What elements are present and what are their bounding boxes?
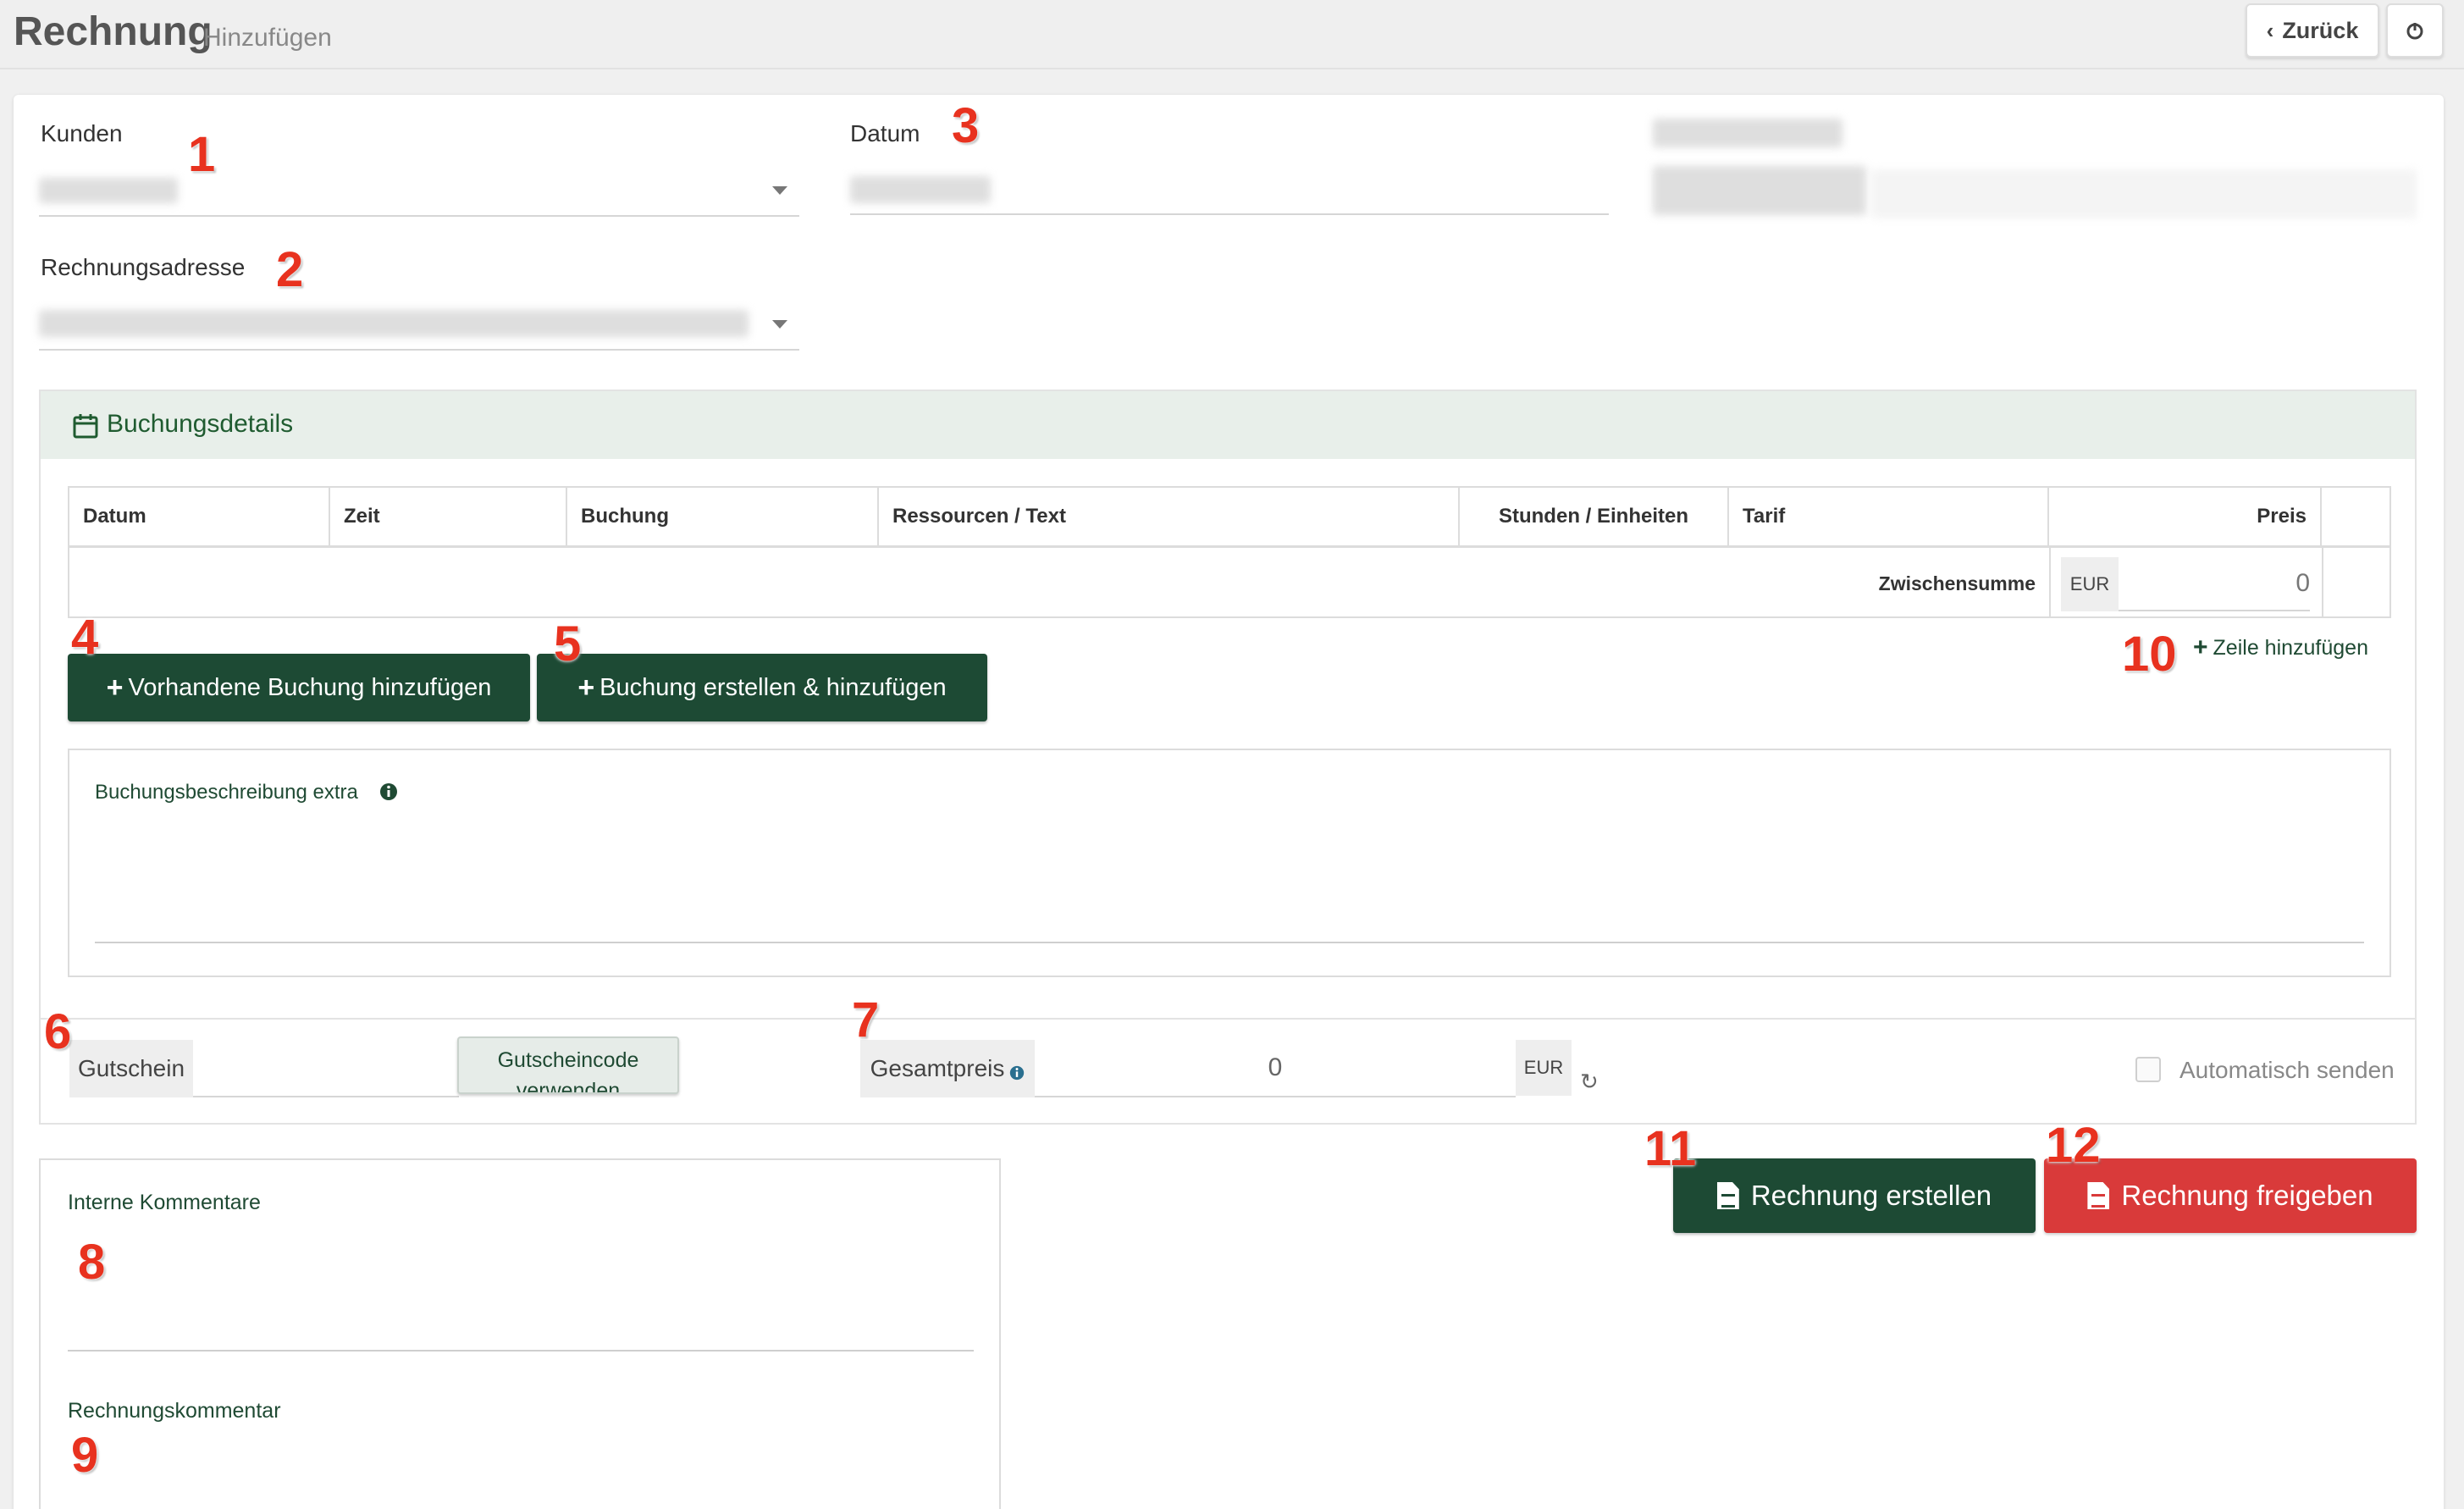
annotation-2: 2	[276, 242, 304, 297]
date-input[interactable]	[850, 213, 1609, 215]
total-currency: EUR	[1516, 1040, 1572, 1096]
billing-address-dropdown-icon[interactable]	[772, 320, 787, 329]
annotation-11: 11	[1644, 1121, 1697, 1176]
create-add-booking-button[interactable]: + Buchung erstellen & hinzufügen	[537, 654, 987, 721]
column-header-resources: Ressourcen / Text	[879, 488, 1460, 545]
annotation-6: 6	[44, 1004, 72, 1059]
create-invoice-label: Rechnung erstellen	[1750, 1180, 1992, 1211]
subtotal-cell-divider	[2049, 547, 2051, 618]
power-icon	[2406, 23, 2423, 40]
add-line-link[interactable]: + Zeile hinzufügen	[2193, 633, 2368, 662]
date-value-redacted	[850, 176, 991, 203]
subtotal-label: Zwischensumme	[1878, 572, 2036, 594]
column-header-hours: Stunden / Einheiten	[1460, 488, 1729, 545]
page-subtitle: Hinzufügen	[203, 24, 332, 52]
billing-address-value-redacted	[39, 310, 749, 337]
subtotal-currency: EUR	[2061, 557, 2119, 611]
customer-label: Kunden	[41, 120, 123, 146]
comments-box: Interne Kommentare Rechnungskommentar	[39, 1158, 1001, 1509]
annotation-7: 7	[852, 992, 880, 1047]
annotation-1: 1	[188, 127, 216, 182]
total-price-value: 0	[1035, 1040, 1516, 1097]
total-price-label: Gesamtpreis	[870, 1055, 1005, 1081]
create-invoice-button[interactable]: Rechnung erstellen	[1673, 1158, 2036, 1233]
annotation-12: 12	[2046, 1118, 2101, 1173]
booking-details-header: Buchungsdetails	[41, 391, 2415, 459]
column-header-booking: Buchung	[567, 488, 879, 545]
customer-dropdown-icon[interactable]	[772, 186, 787, 195]
subtotal-value: 0	[2119, 557, 2310, 611]
plus-icon: +	[2193, 633, 2208, 661]
redacted-info-line-2	[1653, 166, 1866, 215]
add-line-label: Zeile hinzufügen	[2213, 635, 2368, 660]
document-icon	[2087, 1182, 2110, 1209]
booking-table: Datum Zeit Buchung Ressourcen / Text Stu…	[68, 486, 2391, 618]
booking-details-title: Buchungsdetails	[107, 410, 294, 438]
column-header-tariff: Tarif	[1729, 488, 2049, 545]
annotation-10: 10	[2122, 627, 2177, 682]
calendar-icon	[73, 414, 98, 439]
power-button[interactable]	[2386, 3, 2444, 58]
panel-footer-divider	[41, 1018, 2415, 1020]
internal-comments-textarea[interactable]	[68, 1350, 974, 1351]
annotation-5: 5	[554, 616, 582, 672]
billing-address-select[interactable]	[39, 349, 799, 351]
annotation-4: 4	[71, 610, 99, 665]
chevron-left-icon: ‹	[2266, 17, 2274, 43]
annotation-9: 9	[71, 1428, 99, 1483]
voucher-input[interactable]	[193, 1040, 459, 1097]
reset-icon[interactable]: ↻	[1580, 1069, 1599, 1095]
back-button[interactable]: ‹ Zurück	[2246, 3, 2379, 58]
booking-details-panel: Buchungsdetails Datum Zeit Buchung Resso…	[39, 390, 2417, 1125]
annotation-8: 8	[78, 1235, 106, 1290]
extra-description-box: Buchungsbeschreibung extra	[68, 749, 2391, 977]
voucher-label: Gutschein	[69, 1040, 193, 1097]
redacted-info-line-1	[1653, 119, 1842, 147]
auto-send-label: Automatisch senden	[2179, 1057, 2395, 1083]
invoice-comment-label: Rechnungskommentar	[68, 1399, 281, 1423]
column-header-time: Zeit	[330, 488, 567, 545]
redacted-info-line-3	[1871, 169, 2417, 218]
apply-voucher-label-line2: verwenden	[516, 1079, 621, 1094]
plus-icon: +	[106, 671, 124, 704]
page-title: Rechnung	[14, 9, 213, 54]
billing-address-label: Rechnungsadresse	[41, 254, 246, 280]
customer-select[interactable]	[39, 215, 799, 217]
internal-comments-label: Interne Kommentare	[68, 1191, 261, 1214]
table-header-divider	[69, 545, 2389, 548]
extra-description-label: Buchungsbeschreibung extra	[95, 781, 358, 804]
create-add-booking-label: Buchung erstellen & hinzufügen	[599, 673, 947, 701]
add-existing-booking-label: Vorhandene Buchung hinzufügen	[128, 673, 492, 701]
column-header-date: Datum	[69, 488, 330, 545]
apply-voucher-button[interactable]: Gutscheincode verwenden	[457, 1036, 679, 1094]
auto-send-checkbox[interactable]	[2135, 1057, 2161, 1082]
add-existing-booking-button[interactable]: + Vorhandene Buchung hinzufügen	[68, 654, 530, 721]
back-button-label: Zurück	[2282, 17, 2359, 43]
top-bar: Rechnung Hinzufügen ‹ Zurück	[0, 0, 2464, 69]
column-header-price: Preis	[2049, 488, 2322, 545]
date-label: Datum	[850, 120, 920, 146]
extra-description-textarea[interactable]	[95, 942, 2364, 943]
apply-voucher-label-line1: Gutscheincode	[497, 1048, 639, 1072]
subtotal-cell-divider-right	[2322, 547, 2323, 618]
customer-value-redacted	[39, 178, 178, 203]
info-icon[interactable]	[1009, 1065, 1025, 1081]
release-invoice-label: Rechnung freigeben	[2121, 1180, 2373, 1211]
annotation-3: 3	[952, 98, 980, 153]
document-icon	[1716, 1182, 1739, 1209]
info-icon[interactable]	[379, 782, 398, 801]
plus-icon: +	[577, 671, 595, 704]
total-price-label-box: Gesamtpreis	[860, 1040, 1035, 1097]
